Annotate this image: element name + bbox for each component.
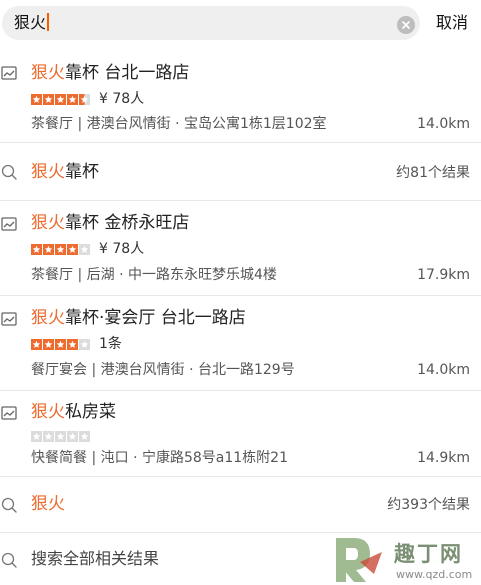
result-row-keyword-1[interactable]: 狠火靠杯 约81个结果 [0,143,481,201]
star-icon [43,431,54,442]
star-icon [43,94,54,105]
star-icon [67,339,78,350]
result-title: 狠火私房菜 [31,402,116,422]
watermark: 趣丁网 www.qzd.com [330,532,481,585]
address: 茶餐厅 | 港澳台风情街 · 宝岛公寓1栋1层102室 [31,116,327,132]
star-icon [79,244,90,255]
keyword-text: 狠火靠杯 [31,162,99,182]
search-icon [1,497,17,513]
rating-stars [31,339,90,350]
rating-stars [31,431,90,442]
shop-icon [1,216,17,232]
distance: 14.0km [417,362,470,378]
result-row-shop-4[interactable]: 狠火私房菜 快餐简餐 | 沌口 · 宁康路58号a11栋附21 14.9km [0,391,481,477]
star-icon [79,94,90,105]
price-per-person: ¥ 78人 [99,241,145,257]
result-title: 狠火靠杯 台北一路店 [31,63,190,83]
search-all-label: 搜索全部相关结果 [31,549,160,568]
result-count: 约81个结果 [396,165,470,181]
star-icon [31,431,42,442]
star-icon [43,339,54,350]
result-row-keyword-2[interactable]: 狠火 约393个结果 [0,477,481,533]
star-icon [55,244,66,255]
shop-icon [1,311,17,327]
distance: 14.0km [417,116,470,132]
result-count: 约393个结果 [387,497,470,513]
search-icon [1,552,17,568]
result-row-shop-2[interactable]: 狠火靠杯 金桥永旺店 ¥ 78人 茶餐厅 | 后湖 · 中一路东永旺梦乐城4楼 … [0,201,481,296]
search-query[interactable]: 狠火 [14,13,49,33]
clear-icon[interactable] [397,16,415,34]
star-icon [55,431,66,442]
star-icon [31,339,42,350]
cancel-button[interactable]: 取消 [436,12,468,34]
address: 餐厅宴会 | 港澳台风情街 · 台北一路129号 [31,362,295,378]
star-icon [55,94,66,105]
rating-stars [31,94,90,105]
result-title: 狠火靠杯 金桥永旺店 [31,213,190,233]
star-icon [55,339,66,350]
address: 快餐简餐 | 沌口 · 宁康路58号a11栋附21 [31,450,288,466]
watermark-logo-icon [336,538,382,582]
address: 茶餐厅 | 后湖 · 中一路东永旺梦乐城4楼 [31,267,277,283]
shop-icon [1,405,17,421]
search-header: 狠火 取消 [0,0,481,48]
star-icon [31,244,42,255]
shop-icon [1,65,17,81]
distance: 14.9km [417,450,470,466]
star-icon [79,431,90,442]
watermark-url: www.qzd.com [396,568,473,581]
rating-stars [31,244,90,255]
keyword-text: 狠火 [31,494,65,514]
star-icon [79,339,90,350]
search-input[interactable]: 狠火 [2,6,420,40]
star-icon [67,94,78,105]
result-row-shop-3[interactable]: 狠火靠杯·宴会厅 台北一路店 1条 餐厅宴会 | 港澳台风情街 · 台北一路12… [0,296,481,391]
distance: 17.9km [417,267,470,283]
star-icon [67,244,78,255]
price-per-person: ¥ 78人 [99,91,145,107]
result-title: 狠火靠杯·宴会厅 台北一路店 [31,308,246,328]
result-row-shop-1[interactable]: 狠火靠杯 台北一路店 ¥ 78人 茶餐厅 | 港澳台风情街 · 宝岛公寓1栋1层… [0,48,481,143]
star-icon [67,431,78,442]
star-icon [43,244,54,255]
review-count: 1条 [99,336,122,352]
text-caret [47,13,49,31]
search-icon [1,164,17,180]
watermark-text: 趣丁网 [394,542,463,566]
star-icon [31,94,42,105]
